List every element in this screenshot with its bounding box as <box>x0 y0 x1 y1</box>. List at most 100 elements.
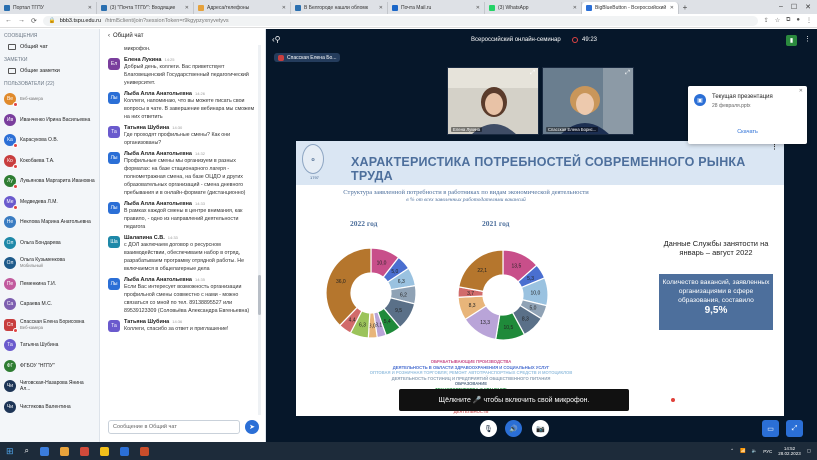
maximize-button[interactable]: ☐ <box>791 3 797 11</box>
profile-icon[interactable]: ● <box>796 17 800 24</box>
user-list-item[interactable]: Не Неклова Марина Анатольевна <box>0 212 99 233</box>
menu-icon[interactable]: ⋮ <box>806 17 812 24</box>
windows-start-icon[interactable]: ⊞ <box>6 446 14 457</box>
browser-tab[interactable]: (3) WhatsApp ✕ <box>485 2 582 14</box>
presenter-cursor <box>671 398 675 402</box>
search-icon[interactable]: ⌕ <box>25 446 29 456</box>
avatar-initials: Не <box>6 219 14 226</box>
webcam-tile[interactable]: ⤢ Спасская Елена Борис... <box>542 67 634 135</box>
user-name: Кокобаева Т.А. <box>20 157 55 164</box>
extensions-icon[interactable]: ⧉ <box>786 17 790 24</box>
minimize-button[interactable]: – <box>779 3 783 11</box>
webcam-tile[interactable]: ⤢ Елена Лукина <box>447 67 539 135</box>
reload-icon[interactable]: ⟳ <box>31 17 37 25</box>
user-list-item[interactable]: Сп Спасская Елена Борисовна Веб-камера <box>0 315 99 336</box>
audio-button[interactable]: 🔊 <box>505 420 522 437</box>
network-icon[interactable]: 📶 <box>740 448 746 454</box>
close-tab-icon[interactable]: ✕ <box>185 5 189 11</box>
chat-message: Лы Лыба Алла Анатольевна 14:26 Коллеги, нап… <box>108 91 256 121</box>
user-list-item[interactable]: Лу Лукьянова Маргарита Ивановна <box>0 171 99 192</box>
chevron-left-icon[interactable]: ‹ <box>108 33 110 39</box>
user-list-item[interactable]: ФГ ФГБОУ "НГПУ" <box>0 356 99 377</box>
donut-data-label: 10,0 <box>377 260 387 266</box>
close-tab-icon[interactable]: ✕ <box>88 5 92 11</box>
chat-scrollbar[interactable] <box>258 45 261 415</box>
close-tab-icon[interactable]: ✕ <box>379 5 383 11</box>
chart-caption: Структура заявленной потребности в работ… <box>310 189 622 204</box>
browser-tab[interactable]: Адреса/телефоны ✕ <box>194 2 291 14</box>
shared-notes-item[interactable]: Общие заметки <box>0 65 99 77</box>
user-name: ФГБОУ "НГПУ" <box>20 362 55 369</box>
close-icon[interactable]: ✕ <box>799 88 803 94</box>
tray-arrow-icon[interactable]: ⌃ <box>730 448 734 454</box>
volume-icon[interactable]: 🔈 <box>752 448 758 454</box>
word-icon[interactable] <box>120 446 130 456</box>
download-link[interactable]: Скачать <box>688 129 807 135</box>
browser-tab[interactable]: Портал ТГПУ ✕ <box>0 2 97 14</box>
powerpoint-icon[interactable] <box>140 446 150 456</box>
user-list-item[interactable]: Ко Кокобаева Т.А. <box>0 151 99 172</box>
browser-tab[interactable]: В Белгороде нашли обломк ✕ <box>291 2 388 14</box>
share-icon[interactable]: ⇪ <box>764 17 769 24</box>
user-list-item[interactable]: Ив Иванченко Ирина Васильевна <box>0 110 99 131</box>
user-list-item[interactable]: Ме Медведева Л.М. <box>0 192 99 213</box>
presenter-chip[interactable]: Спасская Елена Бо... <box>274 53 341 62</box>
user-list-item[interactable]: Ол Ольга Кузьменкова Мобильный <box>0 253 99 274</box>
close-tab-icon[interactable]: ✕ <box>282 5 286 11</box>
tab-label: (3) "Почта ТГПУ": Входящие <box>110 5 176 11</box>
close-window-button[interactable]: ✕ <box>805 3 811 11</box>
url-input[interactable]: 🔒 bbb3.tspu.edu.ru/html5client/join?sess… <box>42 15 758 26</box>
close-tab-icon[interactable]: ✕ <box>476 5 480 11</box>
file-explorer-icon[interactable] <box>60 446 70 456</box>
microphone-button[interactable]: 🎙 <box>480 420 497 437</box>
close-tab-icon[interactable]: ✕ <box>670 5 674 11</box>
browser-tab[interactable]: BigBlueButton - Всероссийский ✕ <box>582 2 679 14</box>
user-list-item[interactable]: Чи Чиговская-Назарова Янина Ал... <box>0 376 99 397</box>
window-controls: – ☐ ✕ <box>779 3 817 11</box>
clock[interactable]: 14:52 28.02.2023 <box>778 446 801 457</box>
chat-message-input[interactable]: Сообщение в Общий чат <box>108 420 240 434</box>
browser-tab[interactable]: Почта Mail.ru ✕ <box>388 2 485 14</box>
yandex-browser-icon[interactable] <box>80 446 90 456</box>
user-list-item[interactable]: Та Татьяна Шубина <box>0 335 99 356</box>
browser-edge-icon[interactable] <box>40 446 50 456</box>
notification-file: 28 февраля.pptx <box>712 103 751 109</box>
user-list-item[interactable]: Ве Веб-камера <box>0 89 99 110</box>
language-indicator[interactable]: РУС <box>763 449 772 454</box>
user-list-item[interactable]: Чи Чистякова Валентина <box>0 397 99 418</box>
chat-message: Ша Шалапина С.В. 14:33 с ДОЛ заключаем дого… <box>108 235 256 273</box>
camera-button[interactable]: 📷 <box>532 420 549 437</box>
user-list-item[interactable]: Са Сараева М.С. <box>0 294 99 315</box>
recording-indicator-icon[interactable] <box>572 37 578 43</box>
slide-options-icon[interactable]: ⋮ <box>771 143 778 151</box>
hide-panels-icon[interactable]: ‹⚲ <box>272 35 281 44</box>
expand-icon[interactable]: ⤢ <box>625 70 630 77</box>
user-list-item[interactable]: Ка Карасукова О.В. <box>0 130 99 151</box>
avatar: Не <box>4 216 16 229</box>
avatar: Са <box>4 298 16 311</box>
presentation-button[interactable]: ▭ <box>762 420 779 437</box>
notifications-icon[interactable]: ▢ <box>807 448 811 454</box>
user-name: Ольга Бондарева <box>20 239 61 246</box>
mic-toast[interactable]: Щёлкните 🎤 чтобы включить свой микрофон. <box>399 389 629 411</box>
user-list-item[interactable]: Ол Ольга Бондарева <box>0 233 99 254</box>
tab-favicon-icon <box>489 5 495 11</box>
send-button[interactable]: ➤ <box>245 420 259 434</box>
chat-scroll-thumb[interactable] <box>258 275 261 315</box>
user-list-item[interactable]: Пе Пеменкина Т.И. <box>0 274 99 295</box>
options-menu-icon[interactable]: ⋮ <box>804 35 811 43</box>
connection-status-icon[interactable]: ▮ <box>786 35 797 46</box>
close-tab-icon[interactable]: ✕ <box>573 5 577 11</box>
new-tab-button[interactable]: + <box>679 3 691 12</box>
chrome-icon[interactable] <box>100 446 110 456</box>
expand-icon[interactable]: ⤢ <box>530 70 535 77</box>
fullscreen-button[interactable]: ⤢ <box>786 420 803 437</box>
donut-data-label: 6,3 <box>359 322 366 328</box>
back-arrow-icon[interactable]: ← <box>5 17 12 24</box>
chat-header[interactable]: ‹ Общий чат <box>100 29 265 43</box>
star-icon[interactable]: ☆ <box>775 17 780 24</box>
browser-tab[interactable]: (3) "Почта ТГПУ": Входящие ✕ <box>97 2 194 14</box>
forward-arrow-icon[interactable]: → <box>18 17 25 24</box>
mic-status-icon <box>13 184 18 190</box>
public-chat-item[interactable]: Общий чат <box>0 41 99 53</box>
